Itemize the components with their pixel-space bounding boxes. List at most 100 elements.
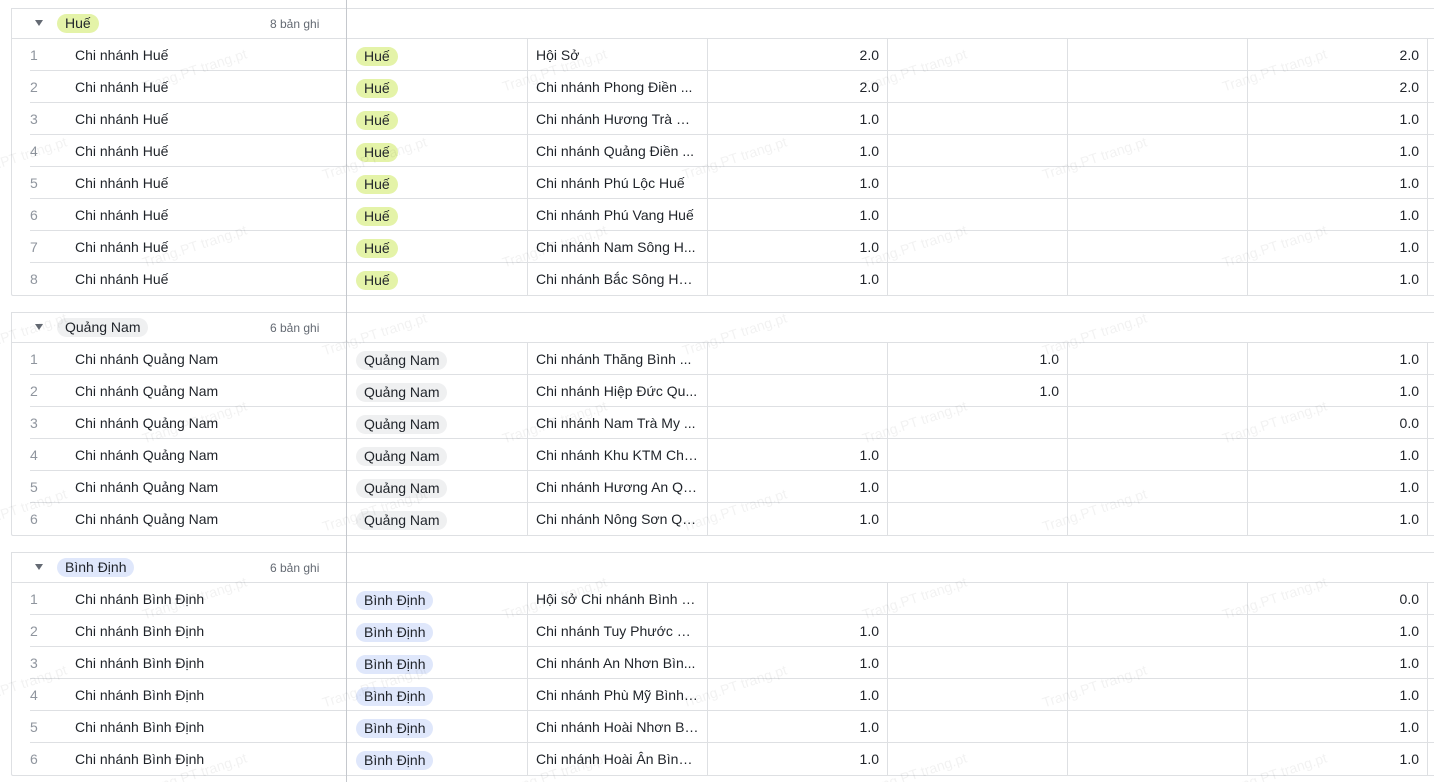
cell-number-total[interactable]: 1.0 (1247, 743, 1427, 775)
cell-branch-name[interactable]: Chi nhánh Quảng Điền ... (527, 135, 707, 167)
cell-overflow[interactable] (1427, 103, 1434, 135)
cell-unit-name[interactable]: Chi nhánh Bình Định (75, 647, 345, 679)
cell-number-1[interactable]: 1.0 (707, 679, 887, 711)
cell-region[interactable]: Bình Định (346, 679, 527, 711)
cell-overflow[interactable] (1427, 71, 1434, 103)
table-row[interactable]: 6 Chi nhánh Huế Huế Chi nhánh Phú Vang Huế 1… (12, 199, 1434, 231)
cell-number-3[interactable] (1067, 231, 1247, 263)
cell-number-2[interactable] (887, 231, 1067, 263)
cell-number-2[interactable] (887, 71, 1067, 103)
cell-number-3[interactable] (1067, 407, 1247, 439)
cell-number-total[interactable]: 1.0 (1247, 263, 1427, 295)
cell-unit-name[interactable]: Chi nhánh Huế (75, 135, 345, 167)
cell-number-2[interactable] (887, 503, 1067, 535)
cell-number-total[interactable]: 1.0 (1247, 471, 1427, 503)
cell-number-1[interactable]: 2.0 (707, 39, 887, 71)
cell-unit-name[interactable]: Chi nhánh Quảng Nam (75, 407, 345, 439)
cell-number-total[interactable]: 1.0 (1247, 103, 1427, 135)
cell-number-total[interactable]: 1.0 (1247, 135, 1427, 167)
cell-number-total[interactable]: 1.0 (1247, 615, 1427, 647)
cell-number-2[interactable] (887, 135, 1067, 167)
collapse-caret-icon[interactable] (35, 564, 43, 570)
table-row[interactable]: 2 Chi nhánh Quảng Nam Quảng Nam Chi nhánh H… (12, 375, 1434, 407)
cell-branch-name[interactable]: Chi nhánh Thăng Bình ... (527, 343, 707, 375)
cell-unit-name[interactable]: Chi nhánh Bình Định (75, 711, 345, 743)
cell-overflow[interactable] (1427, 647, 1434, 679)
cell-region[interactable]: Quảng Nam (346, 407, 527, 439)
cell-region[interactable]: Huế (346, 103, 527, 135)
cell-number-3[interactable] (1067, 647, 1247, 679)
cell-overflow[interactable] (1427, 231, 1434, 263)
cell-number-1[interactable]: 1.0 (707, 615, 887, 647)
cell-region[interactable]: Quảng Nam (346, 471, 527, 503)
cell-number-2[interactable] (887, 615, 1067, 647)
cell-region[interactable]: Bình Định (346, 711, 527, 743)
cell-number-1[interactable] (707, 583, 887, 615)
cell-region[interactable]: Bình Định (346, 743, 527, 775)
group-header[interactable]: Huế 8 bản ghi (11, 8, 1434, 39)
cell-unit-name[interactable]: Chi nhánh Quảng Nam (75, 503, 345, 535)
cell-number-1[interactable] (707, 375, 887, 407)
cell-number-1[interactable]: 1.0 (707, 199, 887, 231)
cell-number-total[interactable]: 0.0 (1247, 407, 1427, 439)
group-header[interactable]: Bình Định 6 bản ghi (11, 552, 1434, 583)
cell-number-3[interactable] (1067, 471, 1247, 503)
cell-number-3[interactable] (1067, 167, 1247, 199)
cell-number-3[interactable] (1067, 263, 1247, 295)
cell-region[interactable]: Quảng Nam (346, 343, 527, 375)
cell-region[interactable]: Bình Định (346, 647, 527, 679)
cell-number-2[interactable] (887, 471, 1067, 503)
cell-unit-name[interactable]: Chi nhánh Bình Định (75, 743, 345, 775)
cell-number-total[interactable]: 1.0 (1247, 167, 1427, 199)
cell-number-total[interactable]: 1.0 (1247, 375, 1427, 407)
cell-branch-name[interactable]: Hội Sở (527, 39, 707, 71)
cell-overflow[interactable] (1427, 615, 1434, 647)
cell-overflow[interactable] (1427, 407, 1434, 439)
cell-number-2[interactable] (887, 103, 1067, 135)
cell-branch-name[interactable]: Chi nhánh Nam Trà My ... (527, 407, 707, 439)
cell-branch-name[interactable]: Chi nhánh Hương An Qu... (527, 471, 707, 503)
cell-overflow[interactable] (1427, 135, 1434, 167)
cell-region[interactable]: Huế (346, 39, 527, 71)
cell-overflow[interactable] (1427, 679, 1434, 711)
cell-number-1[interactable]: 1.0 (707, 743, 887, 775)
cell-branch-name[interactable]: Chi nhánh Nông Sơn Qu... (527, 503, 707, 535)
table-row[interactable]: 6 Chi nhánh Bình Định Bình Định Chi nhánh H… (12, 743, 1434, 775)
cell-number-1[interactable]: 1.0 (707, 135, 887, 167)
cell-overflow[interactable] (1427, 375, 1434, 407)
cell-unit-name[interactable]: Chi nhánh Bình Định (75, 679, 345, 711)
cell-number-3[interactable] (1067, 343, 1247, 375)
cell-number-1[interactable]: 1.0 (707, 103, 887, 135)
cell-number-2[interactable]: 1.0 (887, 375, 1067, 407)
cell-region[interactable]: Quảng Nam (346, 375, 527, 407)
cell-number-2[interactable] (887, 679, 1067, 711)
cell-branch-name[interactable]: Hội sở Chi nhánh Bình Đ... (527, 583, 707, 615)
table-row[interactable]: 1 Chi nhánh Quảng Nam Quảng Nam Chi nhánh T… (12, 343, 1434, 375)
cell-branch-name[interactable]: Chi nhánh An Nhơn Bìn... (527, 647, 707, 679)
cell-number-1[interactable]: 1.0 (707, 167, 887, 199)
table-row[interactable]: 7 Chi nhánh Huế Huế Chi nhánh Nam Sông H...… (12, 231, 1434, 263)
cell-overflow[interactable] (1427, 503, 1434, 535)
collapse-caret-icon[interactable] (35, 20, 43, 26)
cell-number-total[interactable]: 1.0 (1247, 647, 1427, 679)
cell-unit-name[interactable]: Chi nhánh Quảng Nam (75, 343, 345, 375)
cell-number-1[interactable]: 1.0 (707, 439, 887, 471)
table-row[interactable]: 8 Chi nhánh Huế Huế Chi nhánh Bắc Sông Hư..… (12, 263, 1434, 295)
cell-branch-name[interactable]: Chi nhánh Tuy Phước Bì... (527, 615, 707, 647)
cell-number-3[interactable] (1067, 503, 1247, 535)
cell-region[interactable]: Quảng Nam (346, 439, 527, 471)
cell-number-total[interactable]: 1.0 (1247, 199, 1427, 231)
cell-branch-name[interactable]: Chi nhánh Bắc Sông Hư... (527, 263, 707, 295)
cell-number-2[interactable] (887, 583, 1067, 615)
collapse-caret-icon[interactable] (35, 324, 43, 330)
frozen-column-divider[interactable] (346, 0, 347, 782)
table-row[interactable]: 3 Chi nhánh Bình Định Bình Định Chi nhánh A… (12, 647, 1434, 679)
table-row[interactable]: 4 Chi nhánh Huế Huế Chi nhánh Quảng Điền ..… (12, 135, 1434, 167)
cell-number-total[interactable]: 1.0 (1247, 679, 1427, 711)
cell-branch-name[interactable]: Chi nhánh Khu KTM Chu... (527, 439, 707, 471)
cell-overflow[interactable] (1427, 439, 1434, 471)
cell-branch-name[interactable]: Chi nhánh Hoài Nhơn Bì... (527, 711, 707, 743)
cell-number-2[interactable] (887, 39, 1067, 71)
cell-number-3[interactable] (1067, 583, 1247, 615)
cell-branch-name[interactable]: Chi nhánh Hoài Ân Bình ... (527, 743, 707, 775)
